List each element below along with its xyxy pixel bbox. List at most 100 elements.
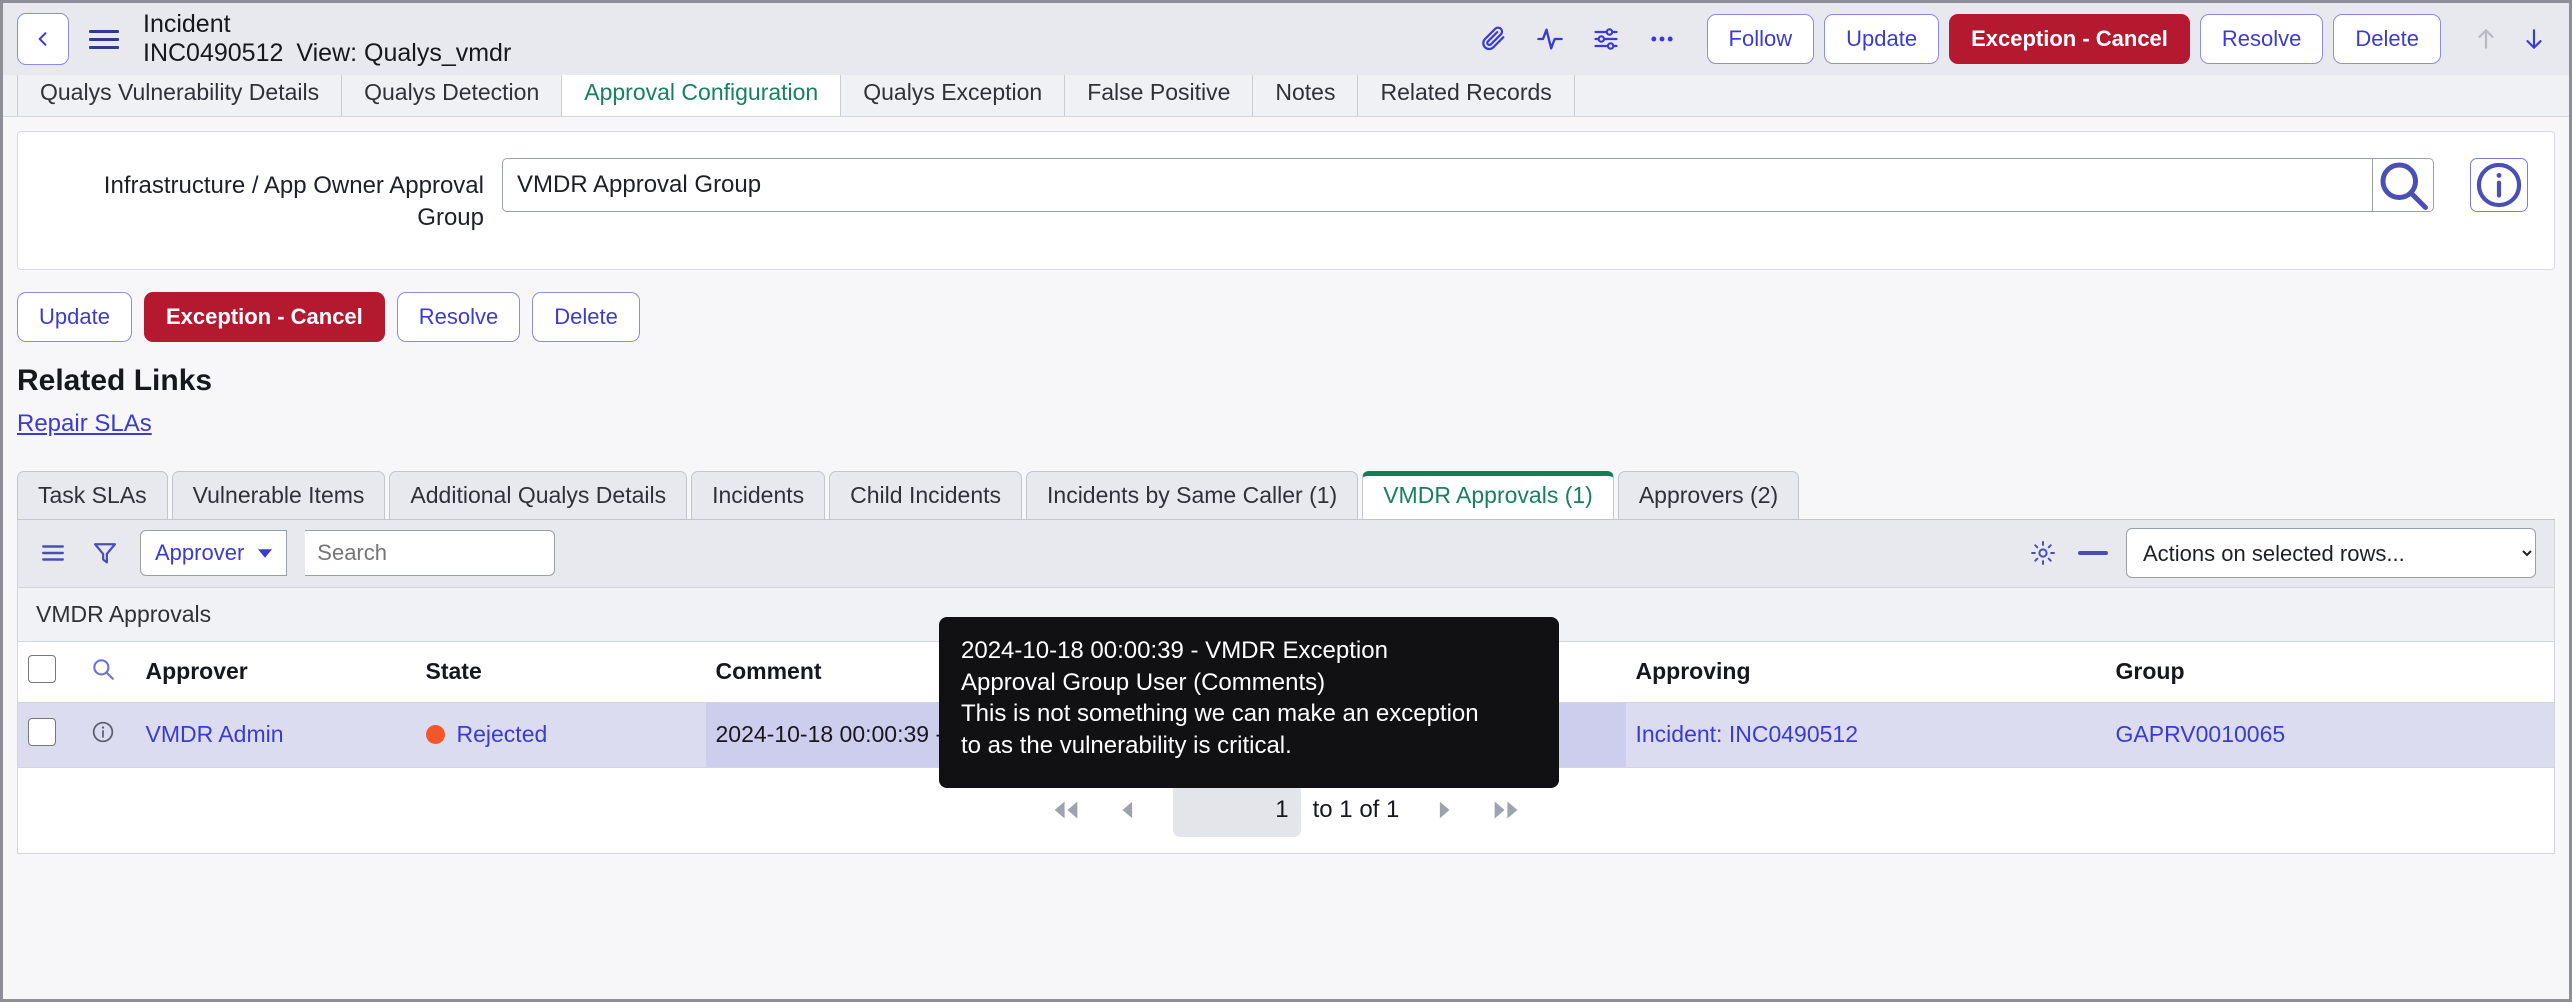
record-type-label: Incident bbox=[143, 10, 511, 40]
tab-false-positive[interactable]: False Positive bbox=[1065, 75, 1253, 116]
double-chevron-left-icon bbox=[1049, 798, 1083, 822]
related-links-title: Related Links bbox=[17, 364, 2569, 398]
update-button-header[interactable]: Update bbox=[1824, 14, 1939, 64]
back-button[interactable] bbox=[17, 13, 69, 65]
related-tab-incidents[interactable]: Incidents bbox=[691, 471, 825, 519]
related-tab-incidents-by-same-caller[interactable]: Incidents by Same Caller (1) bbox=[1026, 471, 1358, 519]
related-tab-vmdr-approvals[interactable]: VMDR Approvals (1) bbox=[1362, 471, 1614, 519]
tab-approval-configuration[interactable]: Approval Configuration bbox=[562, 75, 841, 116]
list-field-selector[interactable]: Approver bbox=[140, 530, 287, 576]
column-header-state[interactable]: State bbox=[416, 642, 706, 703]
header-button-group: Follow Update Exception - Cancel Resolve… bbox=[1707, 14, 2441, 64]
exception-cancel-button[interactable]: Exception - Cancel bbox=[144, 292, 385, 342]
vmdr-approvals-table: Approver State Comment Approving Group bbox=[17, 642, 2555, 768]
table-row[interactable]: VMDR Admin Rejected 2024-10-18 00:00:39 … bbox=[18, 702, 2555, 767]
first-page-button[interactable] bbox=[1049, 798, 1083, 822]
chevron-right-icon bbox=[1433, 798, 1455, 822]
state-label: Rejected bbox=[457, 721, 548, 748]
approval-group-info-button[interactable] bbox=[2470, 158, 2528, 212]
info-icon bbox=[2471, 157, 2527, 213]
more-options-icon[interactable] bbox=[1647, 24, 1677, 54]
cell-comment[interactable]: 2024-10-18 00:00:39 - VMDR Exception App bbox=[706, 702, 1626, 767]
record-view-label: View: Qualys_vmdr bbox=[296, 39, 511, 69]
collapse-list-icon[interactable] bbox=[2078, 551, 2108, 555]
approval-group-label: Infrastructure / App Owner Approval Grou… bbox=[44, 158, 484, 235]
approval-configuration-form: Infrastructure / App Owner Approval Grou… bbox=[17, 131, 2555, 270]
search-icon bbox=[2373, 155, 2433, 215]
status-badge-dot bbox=[426, 725, 445, 744]
column-header-group[interactable]: Group bbox=[2106, 642, 2555, 703]
record-navigation bbox=[2473, 24, 2547, 54]
list-toolbar: Approver Actions on selected rows... bbox=[17, 520, 2555, 588]
tab-notes[interactable]: Notes bbox=[1253, 75, 1358, 116]
actions-on-selected-rows-select[interactable]: Actions on selected rows... bbox=[2126, 528, 2536, 578]
column-header-approving[interactable]: Approving bbox=[1626, 642, 2106, 703]
row-select-cell[interactable] bbox=[18, 702, 80, 767]
exception-cancel-button-header[interactable]: Exception - Cancel bbox=[1949, 14, 2190, 64]
select-all-checkbox[interactable] bbox=[28, 655, 56, 683]
chevron-left-icon bbox=[33, 29, 53, 49]
related-tab-task-slas[interactable]: Task SLAs bbox=[17, 471, 168, 519]
header-icon-group bbox=[1479, 24, 1677, 54]
page-number-input[interactable]: 1 bbox=[1173, 783, 1301, 837]
record-number: INC0490512 bbox=[143, 39, 283, 69]
column-header-approver[interactable]: Approver bbox=[136, 642, 416, 703]
repair-slas-link[interactable]: Repair SLAs bbox=[17, 410, 152, 438]
related-tab-approvers[interactable]: Approvers (2) bbox=[1618, 471, 1799, 519]
delete-button-header[interactable]: Delete bbox=[2333, 14, 2441, 64]
related-list-tabs: Task SLAs Vulnerable Items Additional Qu… bbox=[17, 466, 2555, 520]
pagination-range-text: to 1 of 1 bbox=[1313, 796, 1400, 824]
list-search-input[interactable] bbox=[305, 530, 555, 576]
tab-related-records[interactable]: Related Records bbox=[1358, 75, 1574, 116]
arrow-up-icon[interactable] bbox=[2473, 24, 2499, 54]
info-icon[interactable] bbox=[90, 719, 116, 745]
attachment-icon[interactable] bbox=[1479, 24, 1509, 54]
related-tab-additional-qualys-details[interactable]: Additional Qualys Details bbox=[389, 471, 687, 519]
approval-group-field bbox=[502, 158, 2434, 212]
cell-state: Rejected bbox=[416, 702, 706, 767]
resolve-button[interactable]: Resolve bbox=[397, 292, 520, 342]
double-chevron-right-icon bbox=[1489, 798, 1523, 822]
row-search-header[interactable] bbox=[80, 642, 136, 703]
delete-button[interactable]: Delete bbox=[532, 292, 640, 342]
list-caption: VMDR Approvals bbox=[17, 588, 2555, 642]
search-icon bbox=[90, 656, 116, 682]
select-all-header[interactable] bbox=[18, 642, 80, 703]
pagination-bar: 1 to 1 of 1 bbox=[17, 768, 2555, 854]
tab-qualys-detection[interactable]: Qualys Detection bbox=[342, 75, 562, 116]
chevron-left-icon bbox=[1117, 798, 1139, 822]
cell-group[interactable]: GAPRV0010065 bbox=[2106, 702, 2555, 767]
activity-icon[interactable] bbox=[1535, 24, 1565, 54]
form-action-buttons: Update Exception - Cancel Resolve Delete bbox=[3, 270, 2569, 342]
hamburger-menu-icon[interactable] bbox=[89, 30, 119, 49]
personalize-icon[interactable] bbox=[1591, 24, 1621, 54]
gear-icon[interactable] bbox=[2026, 538, 2060, 568]
arrow-down-icon[interactable] bbox=[2521, 24, 2547, 54]
previous-page-button[interactable] bbox=[1117, 798, 1139, 822]
approval-group-input[interactable] bbox=[502, 158, 2372, 212]
row-checkbox[interactable] bbox=[28, 718, 56, 746]
next-page-button[interactable] bbox=[1433, 798, 1455, 822]
record-form-page: Incident INC0490512 View: Qualys_vmdr bbox=[0, 0, 2572, 1002]
table-header-row: Approver State Comment Approving Group bbox=[18, 642, 2555, 703]
update-button[interactable]: Update bbox=[17, 292, 132, 342]
list-field-selector-label: Approver bbox=[155, 540, 244, 566]
funnel-filter-icon[interactable] bbox=[88, 538, 122, 568]
related-links-section: Related Links Repair SLAs bbox=[3, 342, 2569, 438]
tab-qualys-vulnerability-details[interactable]: Qualys Vulnerability Details bbox=[17, 75, 342, 116]
tab-qualys-exception[interactable]: Qualys Exception bbox=[841, 75, 1065, 116]
cell-approver[interactable]: VMDR Admin bbox=[136, 702, 416, 767]
column-header-comment[interactable]: Comment bbox=[706, 642, 1626, 703]
last-page-button[interactable] bbox=[1489, 798, 1523, 822]
related-tab-vulnerable-items[interactable]: Vulnerable Items bbox=[172, 471, 386, 519]
approval-group-lookup-button[interactable] bbox=[2372, 158, 2434, 212]
related-tab-child-incidents[interactable]: Child Incidents bbox=[829, 471, 1022, 519]
list-menu-icon[interactable] bbox=[36, 538, 70, 568]
chevron-down-icon bbox=[258, 549, 272, 558]
record-title-block: Incident INC0490512 View: Qualys_vmdr bbox=[143, 10, 511, 69]
resolve-button-header[interactable]: Resolve bbox=[2200, 14, 2323, 64]
cell-approving[interactable]: Incident: INC0490512 bbox=[1626, 702, 2106, 767]
follow-button[interactable]: Follow bbox=[1707, 14, 1815, 64]
row-info-cell[interactable] bbox=[80, 702, 136, 767]
form-section-tabs: Qualys Vulnerability Details Qualys Dete… bbox=[3, 75, 2569, 117]
